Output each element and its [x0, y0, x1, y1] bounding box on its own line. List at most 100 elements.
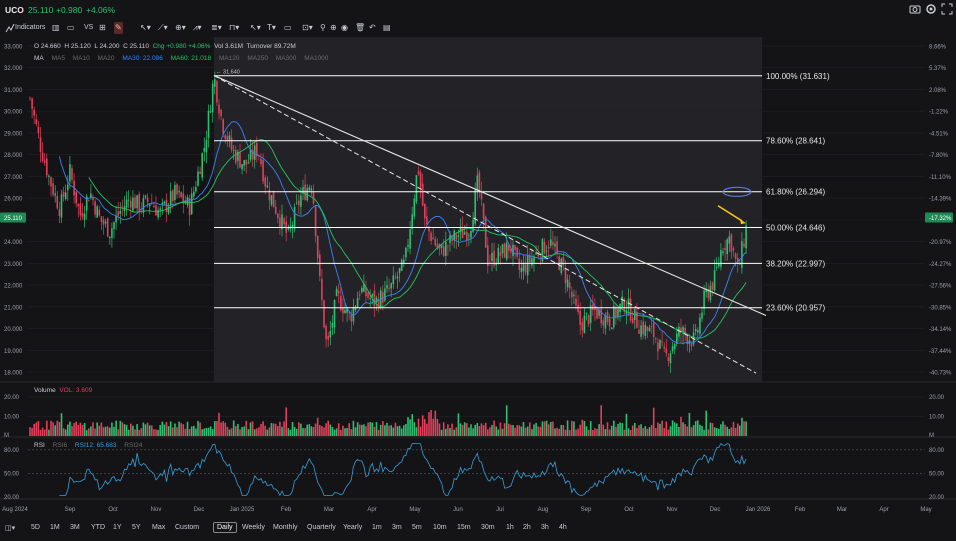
pct-tick-label: -27.56% [929, 284, 952, 290]
volume-bar [554, 428, 556, 436]
tf-1h[interactable]: 1h [506, 524, 514, 531]
tf-ytd[interactable]: YTD [91, 524, 105, 531]
fullscreen-icon[interactable] [941, 3, 953, 15]
tf-yearly[interactable]: Yearly [343, 524, 362, 531]
price-tick-label: 30.000 [4, 110, 23, 116]
tf-1m[interactable]: 1M [50, 524, 60, 531]
arrow-tool-icon[interactable]: ↖▾ [250, 22, 261, 34]
fib-icon[interactable]: ≣▾ [211, 22, 222, 34]
candle-body [35, 119, 38, 124]
candle-body [230, 137, 233, 150]
tf-weekly[interactable]: Weekly [242, 524, 265, 531]
volume-bar [694, 421, 697, 436]
measure-icon[interactable]: ⊓▾ [229, 22, 239, 34]
tf-3h[interactable]: 3h [541, 524, 549, 531]
sidebar-toggle-icon[interactable]: ◫▾ [5, 524, 15, 532]
candle-body [104, 221, 107, 224]
chart-area[interactable]: 33.000 32.000 31.000 30.000 29.000 28.000 27.0… [0, 37, 956, 539]
candle-type-icon[interactable]: ▥ [52, 22, 60, 34]
volume-bar [285, 407, 287, 436]
close-value: C 25.110 [123, 43, 149, 50]
volume-bar [207, 427, 210, 436]
indicators-button[interactable]: Indicators [15, 22, 45, 34]
candle-body [329, 330, 332, 338]
volume-bar [642, 428, 644, 436]
magnet-icon[interactable]: ⚲ [320, 22, 326, 34]
tf-5d[interactable]: 5D [31, 524, 40, 531]
tf-custom[interactable]: Custom [175, 524, 199, 531]
tf-monthly[interactable]: Monthly [273, 524, 298, 531]
candle-body [600, 308, 602, 324]
candle-body [699, 317, 701, 334]
volume-bar [90, 426, 92, 436]
volume-bar [640, 424, 642, 436]
volume-bar [96, 422, 98, 436]
cursor-icon[interactable]: ↖▾ [140, 22, 151, 34]
volume-bar [373, 426, 376, 436]
volume-bar [48, 429, 50, 436]
tf-10min[interactable]: 10m [433, 524, 447, 531]
candle-body [228, 135, 231, 140]
tf-5y[interactable]: 5Y [132, 524, 141, 531]
redo-icon[interactable]: ▤ [383, 22, 391, 34]
tf-4h[interactable]: 4h [559, 524, 567, 531]
candle-body [640, 325, 642, 337]
ma250-label: MA250 [247, 55, 268, 62]
candle-body [596, 308, 598, 319]
price-chart[interactable]: 33.000 32.000 31.000 30.000 29.000 28.000 27.0… [0, 37, 956, 539]
candle-body [388, 287, 390, 289]
indicators-icon[interactable] [5, 22, 15, 34]
candle-body [272, 190, 275, 208]
volume-bar [29, 427, 31, 436]
tf-15min[interactable]: 15m [457, 524, 471, 531]
candle-body [92, 197, 94, 201]
pattern-icon[interactable]: ⩘▾ [193, 22, 202, 34]
candle-body [369, 298, 371, 299]
trendline-icon[interactable]: ⟋▾ [158, 22, 168, 34]
rsi-title: RSI [34, 442, 45, 449]
tf-5min[interactable]: 5m [412, 524, 422, 531]
volume-bar [197, 420, 199, 436]
candle-body [119, 210, 122, 214]
candle-body [274, 206, 277, 214]
tf-1min[interactable]: 1m [372, 524, 382, 531]
volume-bar [163, 424, 166, 436]
candle-body [117, 211, 119, 216]
volume-bar [382, 421, 384, 436]
drawing-tools-icon[interactable]: ✎ [114, 22, 123, 34]
delete-icon[interactable]: 🗑 [355, 22, 365, 34]
undo-icon[interactable]: ↶ [369, 22, 376, 34]
tf-30min[interactable]: 30m [481, 524, 495, 531]
tf-1y[interactable]: 1Y [113, 524, 122, 531]
tf-3min[interactable]: 3m [392, 524, 402, 531]
tf-max[interactable]: Max [152, 524, 165, 531]
screenshot-icon[interactable] [909, 3, 921, 15]
compare-button[interactable]: VS [84, 22, 93, 34]
volume-bar [178, 421, 180, 436]
volume-bar [264, 425, 266, 436]
comment-icon[interactable]: ▭ [284, 22, 292, 34]
candle-body [732, 248, 735, 251]
candle-body [562, 257, 565, 266]
text-tool-icon[interactable]: T▾ [267, 22, 276, 34]
settings-icon[interactable] [925, 3, 937, 15]
candle-body [373, 290, 376, 307]
ruler-icon[interactable]: ⊡▾ [302, 22, 313, 34]
volume-bar [251, 421, 254, 436]
tf-3m[interactable]: 3M [70, 524, 80, 531]
tf-quarterly[interactable]: Quarterly [307, 524, 336, 531]
volume-bar [138, 429, 140, 436]
x-axis-label: Mar [837, 507, 847, 513]
volume-value: VOL: 3.609 [59, 387, 93, 394]
tf-daily[interactable]: Daily [213, 522, 237, 533]
crosshair-icon[interactable]: ⊕▾ [175, 22, 186, 34]
lock-icon[interactable]: ⊕ [330, 22, 337, 34]
volume-bar [728, 428, 731, 436]
window-icon[interactable]: ▭ [67, 22, 75, 34]
volume-bar [562, 425, 565, 436]
volume-bar [386, 422, 388, 436]
volume-bar [367, 422, 369, 436]
layout-icon[interactable]: ⊞ [99, 22, 106, 34]
visibility-icon[interactable]: ◉ [341, 22, 348, 34]
tf-2h[interactable]: 2h [523, 524, 531, 531]
